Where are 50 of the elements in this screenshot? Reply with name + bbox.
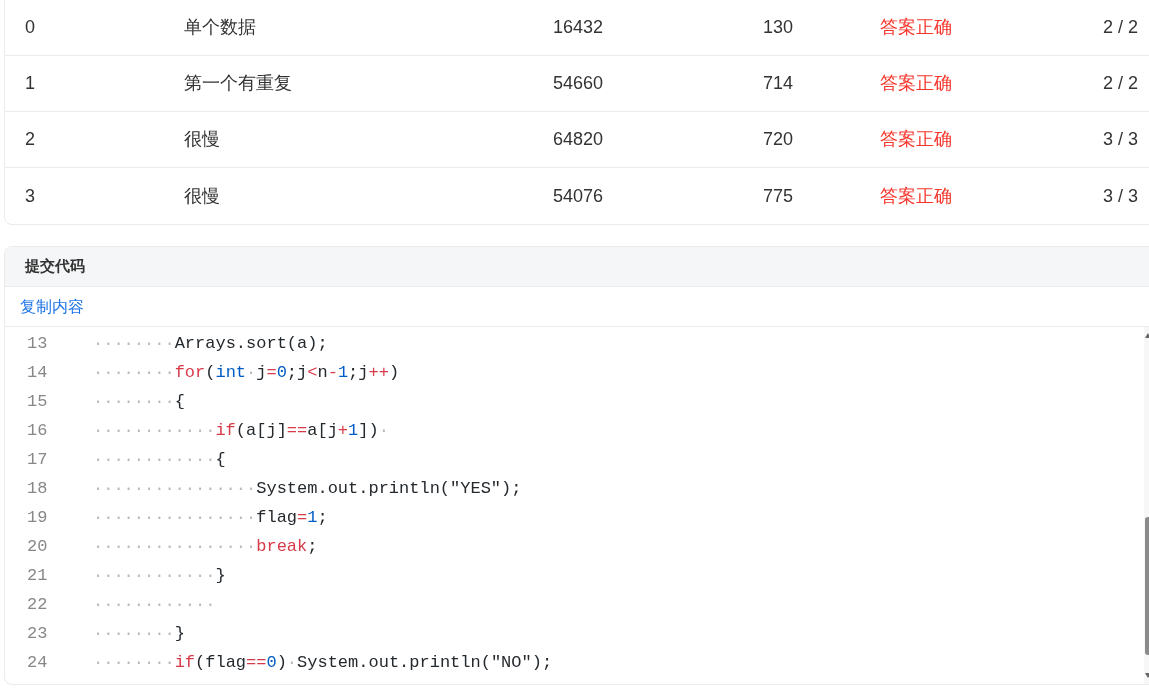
code-line: ········if(flag==0)·System.out.println("NO"); <box>93 651 553 674</box>
line-number: 24 <box>26 651 49 674</box>
status-text: 答案正确 <box>880 184 953 208</box>
copy-link[interactable]: 复制内容 <box>20 294 84 319</box>
table-cell-text: 130 <box>763 16 795 39</box>
code-line: ················flag=1; <box>93 506 328 529</box>
line-number: 22 <box>26 593 49 616</box>
line-number: 13 <box>26 332 49 355</box>
table-cell-text: 很慢 <box>184 128 221 151</box>
line-number: 15 <box>26 390 49 413</box>
table-cell-text: 775 <box>763 184 795 208</box>
panel-title: 提交代码 <box>25 256 85 277</box>
line-number: 21 <box>26 564 49 587</box>
table-cell-text: 2 / 2 <box>1101 72 1138 95</box>
line-number: 20 <box>26 535 49 558</box>
code-line: ············if(a[j]==a[j+1])· <box>93 419 389 442</box>
table-cell-text: 720 <box>763 128 795 151</box>
table-cell-text: 3 / 3 <box>1101 128 1138 151</box>
line-number: 17 <box>26 448 49 471</box>
code-line: ········{ <box>93 390 185 413</box>
line-number: 14 <box>26 361 49 384</box>
table-cell-text: 2 <box>25 128 36 151</box>
line-number: 19 <box>26 506 49 529</box>
code-line: ········for(int·j=0;j<n-1;j++) <box>93 361 400 384</box>
table-cell-text: 第一个有重复 <box>184 72 293 95</box>
line-number: 16 <box>26 419 49 442</box>
table-cell-text: 64820 <box>553 128 605 151</box>
table-cell-text: 3 <box>25 184 36 208</box>
code-line: ········Arrays.sort(a); <box>93 332 328 355</box>
code-line: ············} <box>93 564 226 587</box>
status-text: 答案正确 <box>880 128 953 151</box>
code-line: ················System.out.println("YES"); <box>93 477 522 500</box>
status-text: 答案正确 <box>880 16 953 39</box>
table-cell-text: 很慢 <box>184 184 221 208</box>
table-cell-text: 单个数据 <box>184 16 257 39</box>
table-cell-text: 2 / 2 <box>1101 16 1138 39</box>
status-text: 答案正确 <box>880 72 953 95</box>
table-cell-text: 54076 <box>553 184 605 208</box>
line-number: 23 <box>26 622 49 645</box>
code-line: ············{ <box>93 448 226 471</box>
table-cell-text: 54660 <box>553 72 605 95</box>
table-cell-text: 3 / 3 <box>1101 184 1138 208</box>
table-cell-text: 0 <box>25 16 36 39</box>
table-cell-text: 1 <box>25 72 36 95</box>
code-line: ············ <box>93 593 216 616</box>
line-number: 18 <box>26 477 49 500</box>
code-line: ················break; <box>93 535 318 558</box>
code-line: ········} <box>93 622 185 645</box>
table-cell-text: 714 <box>763 72 795 95</box>
table-cell-text: 16432 <box>553 16 605 39</box>
